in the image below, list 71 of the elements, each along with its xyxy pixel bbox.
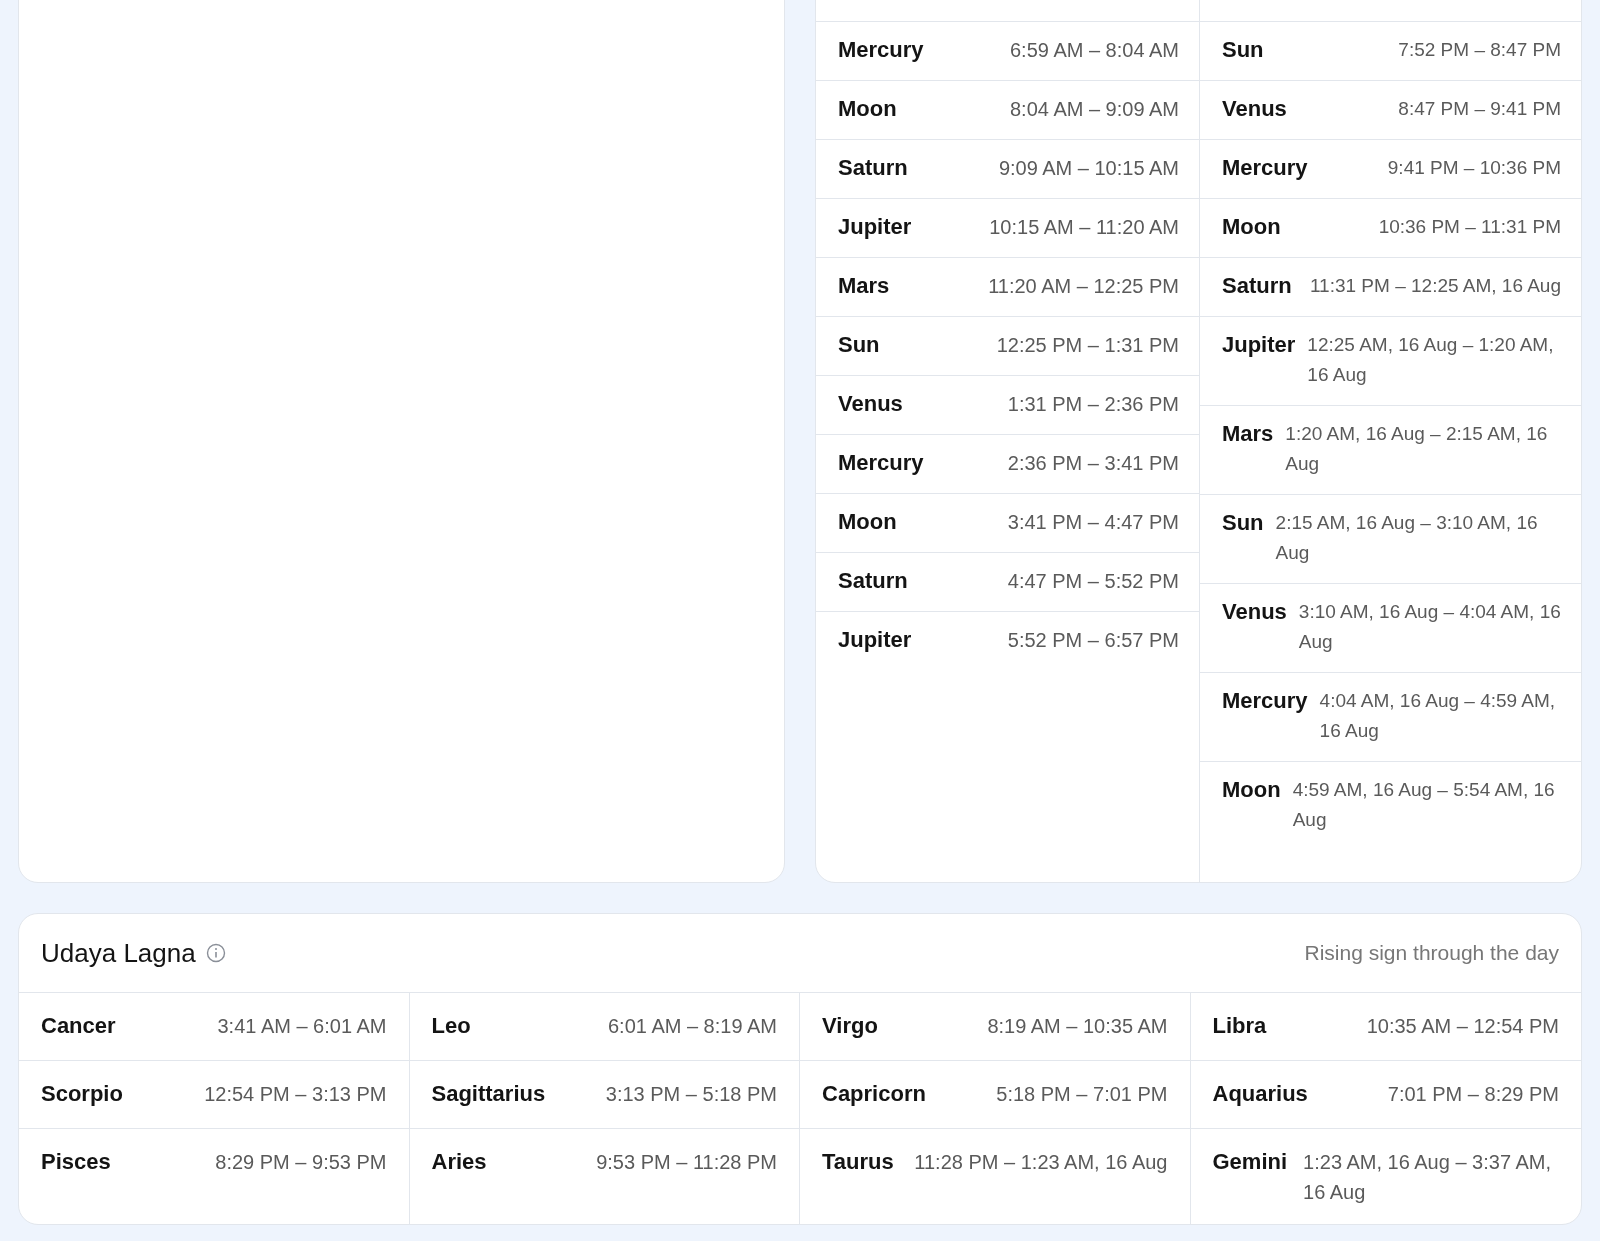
planet-name: Sun — [1222, 510, 1264, 536]
time-range: 10:15 AM – 11:20 AM — [989, 215, 1179, 240]
planet-name: Saturn — [838, 568, 908, 594]
time-range: 12:25 AM, 16 Aug – 1:20 AM, 16 Aug — [1307, 333, 1555, 387]
sign-name: Scorpio — [41, 1081, 123, 1107]
planet-name: Mercury — [838, 450, 924, 476]
sign-name: Taurus — [822, 1149, 894, 1175]
planet-name: Saturn — [1222, 273, 1292, 299]
time-range: 1:23 AM, 16 Aug – 3:37 AM, 16 Aug — [1303, 1150, 1553, 1205]
sign-name: Aquarius — [1212, 1081, 1308, 1107]
sign-name: Pisces — [41, 1149, 111, 1175]
sign-name: Capricorn — [822, 1081, 926, 1107]
planet-name: Moon — [838, 96, 897, 122]
sign-name: Sagittarius — [431, 1081, 546, 1107]
time-range: 9:09 AM – 10:15 AM — [998, 156, 1179, 181]
time-range: 7:01 PM – 8:29 PM — [1387, 1082, 1559, 1107]
time-range: 12:25 PM – 1:31 PM — [996, 333, 1179, 358]
time-range: 10:35 AM – 12:54 PM — [1366, 1014, 1559, 1039]
planet-name: Moon — [1222, 777, 1281, 803]
planet-name: Moon — [1222, 214, 1281, 240]
time-range: 1:20 AM, 16 Aug – 2:15 AM, 16 Aug — [1285, 422, 1549, 476]
time-range: 7:52 PM – 8:47 PM — [1398, 38, 1561, 62]
time-range: 5:52 PM – 6:57 PM — [1007, 628, 1179, 653]
time-range: 2:15 AM, 16 Aug – 3:10 AM, 16 Aug — [1275, 511, 1539, 565]
time-range: 12:54 PM – 3:13 PM — [204, 1082, 387, 1107]
time-range: 4:04 AM, 16 Aug – 4:59 AM, 16 Aug — [1319, 689, 1557, 743]
time-range: 3:41 PM – 4:47 PM — [1007, 510, 1179, 535]
planet-name: Saturn — [838, 155, 908, 181]
sign-name: Libra — [1212, 1013, 1267, 1039]
time-range: 3:13 PM – 5:18 PM — [605, 1082, 777, 1107]
time-range: 6:59 AM – 8:04 AM — [1010, 38, 1179, 63]
time-range: 8:47 PM – 9:41 PM — [1398, 97, 1561, 121]
time-range: 8:29 PM – 9:53 PM — [215, 1150, 387, 1175]
sign-name: Virgo — [822, 1013, 878, 1039]
planet-name: Mars — [1222, 421, 1274, 447]
planet-name: Venus — [838, 391, 903, 417]
time-range: 4:59 AM, 16 Aug – 5:54 AM, 16 Aug — [1292, 778, 1556, 832]
planet-name: Venus — [1222, 96, 1287, 122]
sign-name: Gemini — [1212, 1149, 1288, 1175]
planet-name: Mars — [838, 273, 890, 299]
planet-name: Mercury — [1222, 155, 1308, 181]
time-range: 9:53 PM – 11:28 PM — [596, 1150, 777, 1175]
time-range: 3:10 AM, 16 Aug – 4:04 AM, 16 Aug — [1298, 600, 1561, 654]
time-range: 3:41 AM – 6:01 AM — [217, 1014, 387, 1039]
planet-name: Mercury — [1222, 688, 1308, 714]
time-range: 11:20 AM – 12:25 PM — [988, 274, 1179, 299]
planet-name: Sun — [838, 332, 880, 358]
info-icon[interactable] — [205, 943, 226, 963]
planet-name: Mercury — [838, 37, 924, 63]
time-range: 6:01 AM – 8:19 AM — [608, 1014, 777, 1039]
time-range: 10:36 PM – 11:31 PM — [1378, 215, 1561, 239]
section-subtitle: Rising sign through the day — [1304, 941, 1559, 965]
time-range: 2:36 PM – 3:41 PM — [1007, 451, 1179, 476]
time-range: 11:28 PM – 1:23 AM, 16 Aug — [914, 1150, 1168, 1175]
section-title: Udaya Lagna — [41, 937, 196, 969]
planet-name: Jupiter — [838, 627, 912, 653]
planet-name: Jupiter — [838, 214, 912, 240]
time-range: 8:19 AM – 10:35 AM — [987, 1014, 1168, 1039]
sign-name: Aries — [431, 1149, 487, 1175]
planet-name: Venus — [1222, 599, 1287, 625]
time-range: 1:31 PM – 2:36 PM — [1007, 392, 1179, 417]
sign-name: Cancer — [41, 1013, 116, 1039]
planet-name: Jupiter — [1222, 332, 1296, 358]
time-range: 8:04 AM – 9:09 AM — [1010, 97, 1179, 122]
time-range: 5:18 PM – 7:01 PM — [996, 1082, 1168, 1107]
time-range: 9:41 PM – 10:36 PM — [1387, 156, 1561, 180]
planet-name: Sun — [1222, 37, 1264, 63]
planet-name: Moon — [838, 509, 897, 535]
time-range: 4:47 PM – 5:52 PM — [1007, 569, 1179, 594]
sign-name: Leo — [431, 1013, 471, 1039]
time-range: 11:31 PM – 12:25 AM, 16 Aug — [1309, 274, 1561, 298]
